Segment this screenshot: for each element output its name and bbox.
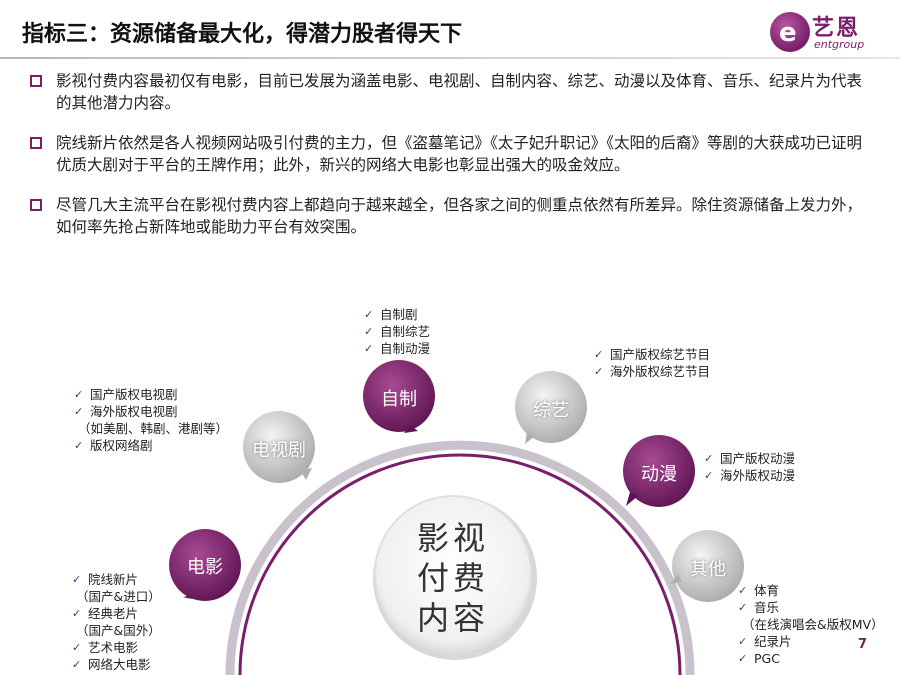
checklist-original: ✓ 自制剧 ✓ 自制综艺 ✓ 自制动漫: [364, 306, 430, 357]
center-line: 内容: [416, 599, 489, 637]
checklist-text: 国产版权动漫: [720, 451, 796, 466]
check-icon: ✓: [364, 325, 374, 338]
check-icon: ✓: [74, 439, 84, 452]
check-icon: ✓: [738, 652, 748, 665]
checklist-item: ✓ 海外版权动漫: [704, 467, 795, 484]
check-icon: ✓: [738, 584, 748, 597]
checklist-movie: ✓ 院线新片 （国产&进口） ✓ 经典老片 （国产&国外） ✓ 艺术电影 ✓ 网络大电影: [72, 571, 161, 673]
checklist-text: 院线新片: [88, 572, 139, 587]
check-icon: ✓: [364, 308, 374, 321]
check-icon: ✓: [72, 573, 82, 586]
checklist-item: ✓ 国产版权动漫: [704, 450, 795, 467]
checklist-text: 国产版权电视剧: [90, 387, 178, 402]
center-line: 影视: [416, 519, 489, 557]
checklist-item: ✓ 海外版权综艺节目: [594, 363, 710, 380]
checklist-item: （在线演唱会&版权MV）: [738, 616, 884, 633]
checklist-item: ✓ 体育: [738, 582, 884, 599]
bubble-label-variety: 综艺: [533, 400, 569, 421]
checklist-text: （国产&国外）: [76, 623, 161, 638]
checklist-text: 音乐: [754, 600, 780, 615]
checklist-item: ✓ 国产版权电视剧: [74, 386, 228, 403]
check-icon: ✓: [74, 405, 84, 418]
checklist-item: ✓ 自制动漫: [364, 340, 430, 357]
checklist-text: 自制动漫: [380, 341, 431, 356]
checklist-text: 版权网络剧: [90, 438, 153, 453]
bubble-label-anime: 动漫: [641, 464, 677, 485]
checklist-item: （如美剧、韩剧、港剧等）: [74, 420, 228, 437]
center-line: 付费: [416, 559, 489, 597]
checklist-item: ✓ 网络大电影: [72, 656, 161, 673]
checklist-item: ✓ 国产版权综艺节目: [594, 346, 710, 363]
check-icon: ✓: [72, 658, 82, 671]
checklist-tv: ✓ 国产版权电视剧 ✓ 海外版权电视剧 （如美剧、韩剧、港剧等） ✓ 版权网络剧: [74, 386, 228, 454]
check-icon: ✓: [72, 641, 82, 654]
center-label: 影视 付费 内容: [395, 518, 511, 638]
checklist-item: （国产&进口）: [72, 588, 161, 605]
checklist-text: （如美剧、韩剧、港剧等）: [78, 421, 229, 436]
check-icon: ✓: [704, 469, 714, 482]
checklist-text: （在线演唱会&版权MV）: [742, 617, 884, 632]
check-icon: ✓: [364, 342, 374, 355]
checklist-item: （国产&国外）: [72, 622, 161, 639]
checklist-anime: ✓ 国产版权动漫 ✓ 海外版权动漫: [704, 450, 795, 484]
check-icon: ✓: [74, 388, 84, 401]
checklist-text: 国产版权综艺节目: [610, 347, 711, 362]
bubble-label-original: 自制: [381, 389, 417, 410]
checklist-text: 纪录片: [754, 634, 792, 649]
checklist-item: ✓ 自制剧: [364, 306, 430, 323]
checklist-text: 体育: [754, 583, 780, 598]
bubble-label-movie: 电影: [187, 557, 223, 578]
check-icon: ✓: [594, 348, 604, 361]
check-icon: ✓: [738, 635, 748, 648]
checklist-text: （国产&进口）: [76, 589, 161, 604]
checklist-text: PGC: [754, 651, 780, 666]
checklist-text: 经典老片: [88, 606, 139, 621]
checklist-text: 网络大电影: [88, 657, 151, 672]
checklist-item: ✓ 版权网络剧: [74, 437, 228, 454]
checklist-item: ✓ 自制综艺: [364, 323, 430, 340]
check-icon: ✓: [594, 365, 604, 378]
page-number: 7: [858, 637, 868, 652]
check-icon: ✓: [738, 601, 748, 614]
checklist-item: ✓ 艺术电影: [72, 639, 161, 656]
checklist-text: 自制综艺: [380, 324, 431, 339]
checklist-other: ✓ 体育 ✓ 音乐 （在线演唱会&版权MV） ✓ 纪录片 ✓ PGC: [738, 582, 884, 667]
checklist-text: 自制剧: [380, 307, 418, 322]
checklist-item: ✓ 经典老片: [72, 605, 161, 622]
check-icon: ✓: [72, 607, 82, 620]
checklist-text: 海外版权动漫: [720, 468, 796, 483]
checklist-text: 海外版权综艺节目: [610, 364, 711, 379]
bubble-label-other: 其他: [690, 559, 726, 580]
checklist-item: ✓ 院线新片: [72, 571, 161, 588]
checklist-item: ✓ 音乐: [738, 599, 884, 616]
checklist-variety: ✓ 国产版权综艺节目 ✓ 海外版权综艺节目: [594, 346, 710, 380]
checklist-item: ✓ 海外版权电视剧: [74, 403, 228, 420]
checklist-item: ✓ PGC: [738, 650, 884, 667]
checklist-text: 艺术电影: [88, 640, 139, 655]
checklist-text: 海外版权电视剧: [90, 404, 178, 419]
check-icon: ✓: [704, 452, 714, 465]
bubble-label-tv: 电视剧: [252, 440, 306, 461]
